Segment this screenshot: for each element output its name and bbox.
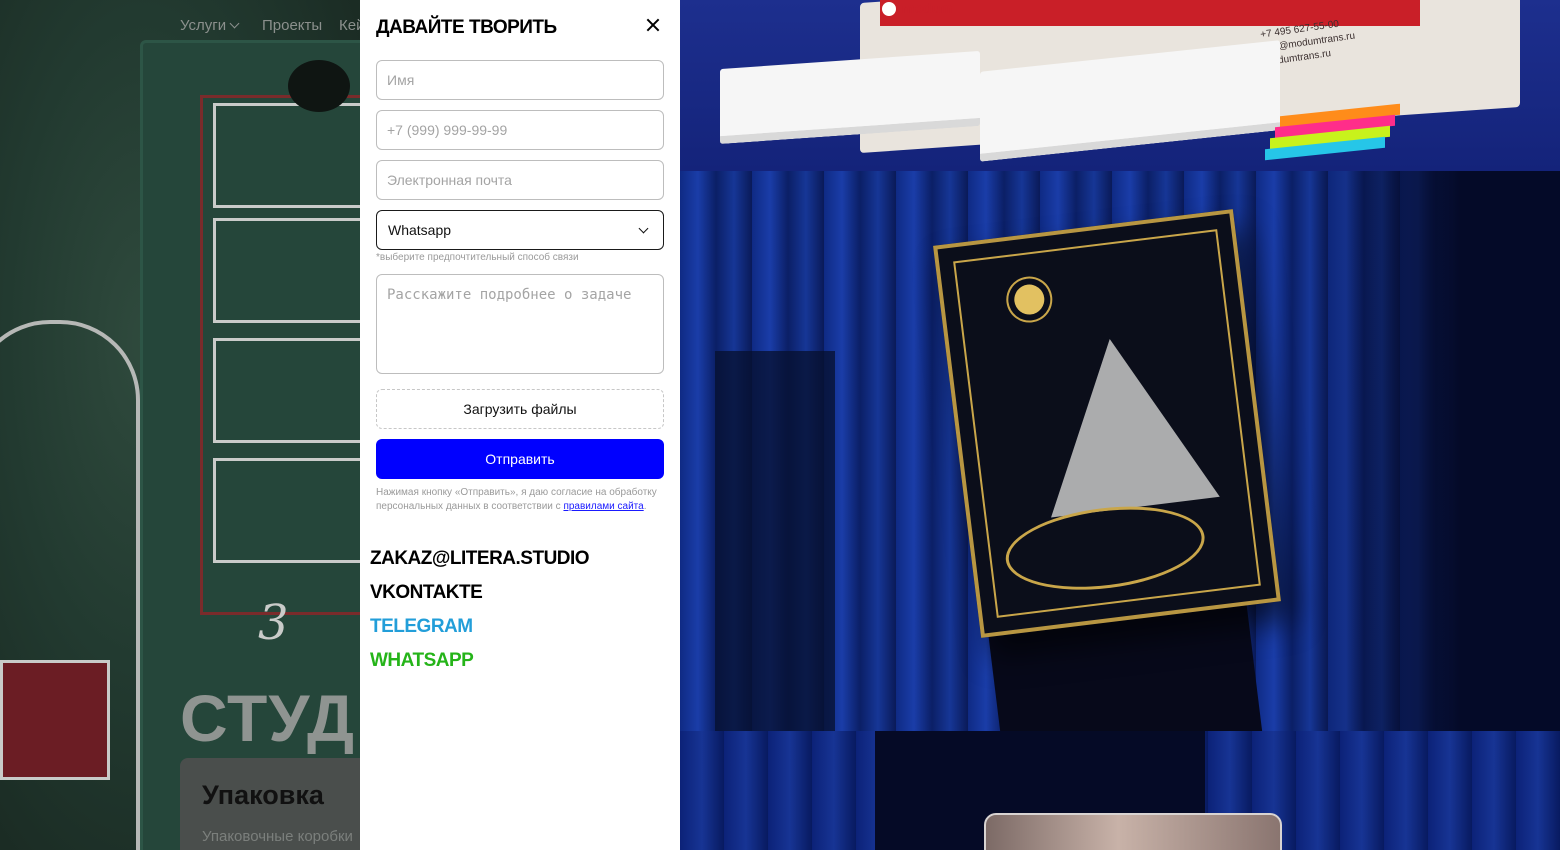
shelf-cell bbox=[213, 103, 360, 208]
upload-files-button[interactable]: Загрузить файлы bbox=[376, 389, 664, 429]
calendar-logo-icon bbox=[880, 0, 898, 18]
mountain-illustration bbox=[1030, 328, 1220, 518]
chevron-down-icon bbox=[229, 18, 240, 29]
shelf-cell bbox=[213, 338, 360, 443]
nav-services[interactable]: Услуги bbox=[180, 17, 240, 34]
showcase-image-portrait bbox=[680, 731, 1560, 850]
contact-whatsapp-link[interactable]: WHATSAPP bbox=[370, 650, 474, 672]
shelf-cell bbox=[213, 458, 360, 563]
shelf-cell bbox=[213, 218, 360, 323]
showcase-image-notebook bbox=[680, 171, 1560, 731]
background-dark-circle bbox=[288, 60, 350, 112]
portrait-card bbox=[984, 813, 1282, 850]
background-shelf-illustration bbox=[200, 95, 360, 615]
consent-text: Нажимая кнопку «Отправить», я даю соглас… bbox=[376, 486, 666, 514]
background-page: 3 СТУД Упаковка Упаковочные коробки bbox=[0, 0, 360, 850]
site-rules-link[interactable]: правилами сайта bbox=[563, 501, 643, 512]
contact-method-value: Whatsapp bbox=[388, 222, 452, 238]
gold-foil-notebook bbox=[933, 209, 1281, 638]
background-card-title: Упаковка bbox=[202, 780, 324, 810]
background-hero-text: СТУД bbox=[180, 681, 356, 755]
email-input[interactable] bbox=[376, 160, 664, 200]
shadow-shape bbox=[1310, 171, 1560, 731]
background-card-subtitle: Упаковочные коробки bbox=[202, 828, 353, 845]
submit-button[interactable]: Отправить bbox=[376, 439, 664, 479]
showcase-image-calendar: modum +7 495 627-55-00 info@modumtrans.r… bbox=[680, 0, 1560, 171]
contact-method-select[interactable]: Whatsapp bbox=[376, 210, 664, 250]
phone-input[interactable] bbox=[376, 110, 664, 150]
close-icon[interactable] bbox=[642, 14, 664, 36]
contact-telegram-link[interactable]: TELEGRAM bbox=[370, 616, 473, 638]
calendar-brand: modum bbox=[902, 0, 953, 16]
message-textarea[interactable] bbox=[376, 274, 664, 374]
contact-email-link[interactable]: ZAKAZ@LITERA.STUDIO bbox=[370, 548, 590, 570]
background-digit: 3 bbox=[258, 595, 289, 651]
contact-form-panel: ДАВАЙТЕ ТВОРИТЬ Whatsapp *выберите предп… bbox=[360, 0, 680, 850]
chevron-down-icon bbox=[638, 223, 649, 234]
panel-title: ДАВАЙТЕ ТВОРИТЬ bbox=[376, 17, 557, 38]
nav-projects[interactable]: Проекты bbox=[262, 17, 322, 34]
shadow-shape bbox=[715, 351, 835, 731]
background-gift-illustration bbox=[0, 660, 110, 780]
name-input[interactable] bbox=[376, 60, 664, 100]
contact-method-hint: *выберите предпочтительный способ связи bbox=[376, 252, 579, 263]
consent-end: . bbox=[643, 501, 647, 512]
nav-services-label: Услуги bbox=[180, 17, 227, 34]
contact-vkontakte-link[interactable]: VKONTAKTE bbox=[370, 582, 483, 604]
